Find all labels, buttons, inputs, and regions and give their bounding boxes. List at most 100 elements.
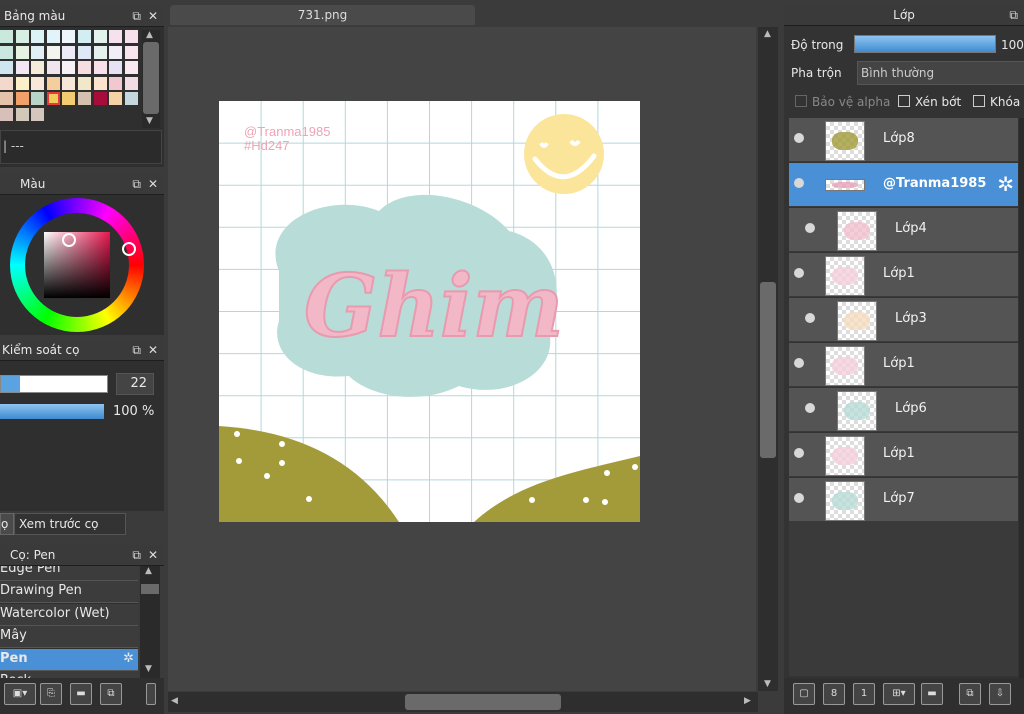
eye-icon[interactable] [805, 313, 815, 323]
palette-swatch[interactable] [31, 108, 45, 121]
layer-opacity-slider[interactable] [854, 35, 996, 53]
popout-icon[interactable]: ⧉ [132, 343, 141, 357]
lock-checkbox[interactable]: Khóa [973, 95, 1020, 109]
gear-icon[interactable]: ✲ [997, 172, 1014, 196]
scroll-up-arrow-icon[interactable]: ▲ [146, 30, 153, 40]
palette-swatch[interactable] [15, 76, 29, 90]
palette-swatch[interactable] [15, 45, 29, 59]
palette-swatch[interactable] [62, 76, 76, 90]
layer-row[interactable]: Lớp3 [789, 298, 1018, 342]
close-icon[interactable]: ✕ [148, 177, 158, 191]
brush-folder-button[interactable]: ▬ [70, 683, 92, 705]
canvas-vscroll-thumb[interactable] [760, 282, 776, 458]
layer-row[interactable]: @Tranma1985 ✲ [789, 163, 1018, 207]
add-layer-dropdown-button[interactable]: ⊞▾ [883, 683, 915, 705]
eye-icon[interactable] [794, 448, 804, 458]
brush-list-item[interactable]: Mây [0, 626, 138, 649]
close-icon[interactable]: ✕ [148, 548, 158, 562]
palette-swatch[interactable] [93, 30, 107, 43]
layer-row[interactable]: Lớp1 [789, 343, 1018, 387]
eye-icon[interactable] [794, 268, 804, 278]
palette-swatch[interactable] [93, 61, 107, 75]
palette-swatch[interactable] [15, 61, 29, 75]
palette-swatch[interactable] [62, 45, 76, 59]
layer-row[interactable]: Lớp1 [789, 433, 1018, 477]
duplicate-layer-button[interactable]: ⧉ [959, 683, 981, 705]
blend-mode-select[interactable]: Bình thường [857, 61, 1024, 85]
palette-swatch[interactable] [0, 45, 13, 59]
brush-list-item[interactable]: Drawing Pen [0, 581, 138, 604]
palette-swatch[interactable] [93, 76, 107, 90]
palette-swatch[interactable] [46, 92, 60, 106]
brush-extra-button[interactable] [146, 683, 156, 705]
palette-swatch[interactable] [124, 61, 138, 75]
canvas-artwork[interactable]: Ghim @Tranma1985 #Hd247 [219, 101, 640, 522]
popout-icon[interactable]: ⧉ [132, 548, 141, 562]
new-layer-button[interactable]: ▢ [793, 683, 815, 705]
layer-row[interactable]: Lớp8 [789, 118, 1018, 162]
canvas-vertical-scrollbar[interactable]: ▲ ▼ [758, 27, 778, 691]
scroll-down-arrow-icon[interactable]: ▼ [764, 679, 771, 689]
eye-icon[interactable] [794, 133, 804, 143]
palette-swatch[interactable] [46, 30, 60, 43]
palette-swatch[interactable] [31, 30, 45, 43]
palette-swatch[interactable] [46, 76, 60, 90]
palette-swatch[interactable] [78, 61, 91, 75]
palette-swatch[interactable] [124, 30, 138, 43]
canvas-horizontal-scrollbar[interactable]: ◀ ▶ [168, 692, 758, 712]
protect-alpha-checkbox[interactable]: Bảo vệ alpha [795, 95, 890, 109]
eye-icon[interactable] [794, 358, 804, 368]
palette-swatch[interactable] [124, 76, 138, 90]
scroll-right-arrow-icon[interactable]: ▶ [744, 696, 751, 706]
brush-list-item[interactable]: Edge Pen [0, 566, 138, 581]
palette-swatch[interactable] [31, 76, 45, 90]
tab-brush[interactable]: ọ [0, 513, 14, 535]
palette-swatch[interactable] [0, 76, 13, 90]
brush-size-value[interactable]: 22 [116, 373, 154, 395]
palette-scrollbar[interactable]: ▲ ▼ [142, 30, 160, 128]
brush-settings-button[interactable]: ⎘ [40, 683, 62, 705]
gear-icon[interactable]: ✲ [123, 651, 134, 666]
palette-swatch[interactable] [0, 61, 13, 75]
add-brush-dropdown-button[interactable]: ▣▾ [4, 683, 36, 705]
popout-icon[interactable]: ⧉ [132, 9, 141, 23]
scroll-left-arrow-icon[interactable]: ◀ [171, 696, 178, 706]
layer-row[interactable]: Lớp1 [789, 253, 1018, 297]
palette-swatch[interactable] [109, 76, 123, 90]
clip-checkbox[interactable]: Xén bớt [898, 95, 961, 109]
palette-swatch[interactable] [109, 30, 123, 43]
brush-list-scrollbar[interactable]: ▲ ▼ [140, 566, 160, 678]
palette-swatch[interactable] [124, 45, 138, 59]
document-tab[interactable]: 731.png [170, 5, 475, 25]
palette-swatch[interactable] [0, 108, 13, 121]
layer-row[interactable]: Lớp6 [789, 388, 1018, 432]
palette-swatch[interactable] [0, 30, 13, 43]
new-8bit-layer-button[interactable]: 8 [823, 683, 845, 705]
new-1bit-layer-button[interactable]: 1 [853, 683, 875, 705]
palette-swatch[interactable] [78, 30, 91, 43]
palette-swatch[interactable] [46, 61, 60, 75]
palette-swatch[interactable] [15, 92, 29, 106]
eye-icon[interactable] [794, 178, 804, 188]
eye-icon[interactable] [794, 493, 804, 503]
palette-swatch[interactable] [31, 92, 45, 106]
palette-swatch[interactable] [62, 30, 76, 43]
canvas-hscroll-thumb[interactable] [405, 694, 561, 710]
saturation-value-square[interactable] [44, 232, 110, 298]
close-icon[interactable]: ✕ [148, 9, 158, 23]
scroll-down-arrow-icon[interactable]: ▼ [146, 116, 153, 126]
palette-swatch[interactable] [31, 45, 45, 59]
new-folder-button[interactable]: ▬ [921, 683, 943, 705]
brush-list-item[interactable]: Pen ✲ [0, 648, 138, 671]
popout-icon[interactable]: ⧉ [1009, 8, 1018, 22]
brush-scroll-thumb[interactable] [141, 584, 159, 594]
close-icon[interactable]: ✕ [148, 343, 158, 357]
merge-layer-button[interactable]: ⇩ [989, 683, 1011, 705]
palette-swatch[interactable] [78, 92, 91, 106]
palette-swatch[interactable] [46, 45, 60, 59]
palette-swatch[interactable] [15, 30, 29, 43]
palette-swatch[interactable] [15, 108, 29, 121]
layer-row[interactable]: Lớp7 [789, 478, 1018, 522]
brush-size-slider[interactable] [0, 375, 108, 393]
palette-name-field[interactable]: | --- [0, 130, 162, 164]
